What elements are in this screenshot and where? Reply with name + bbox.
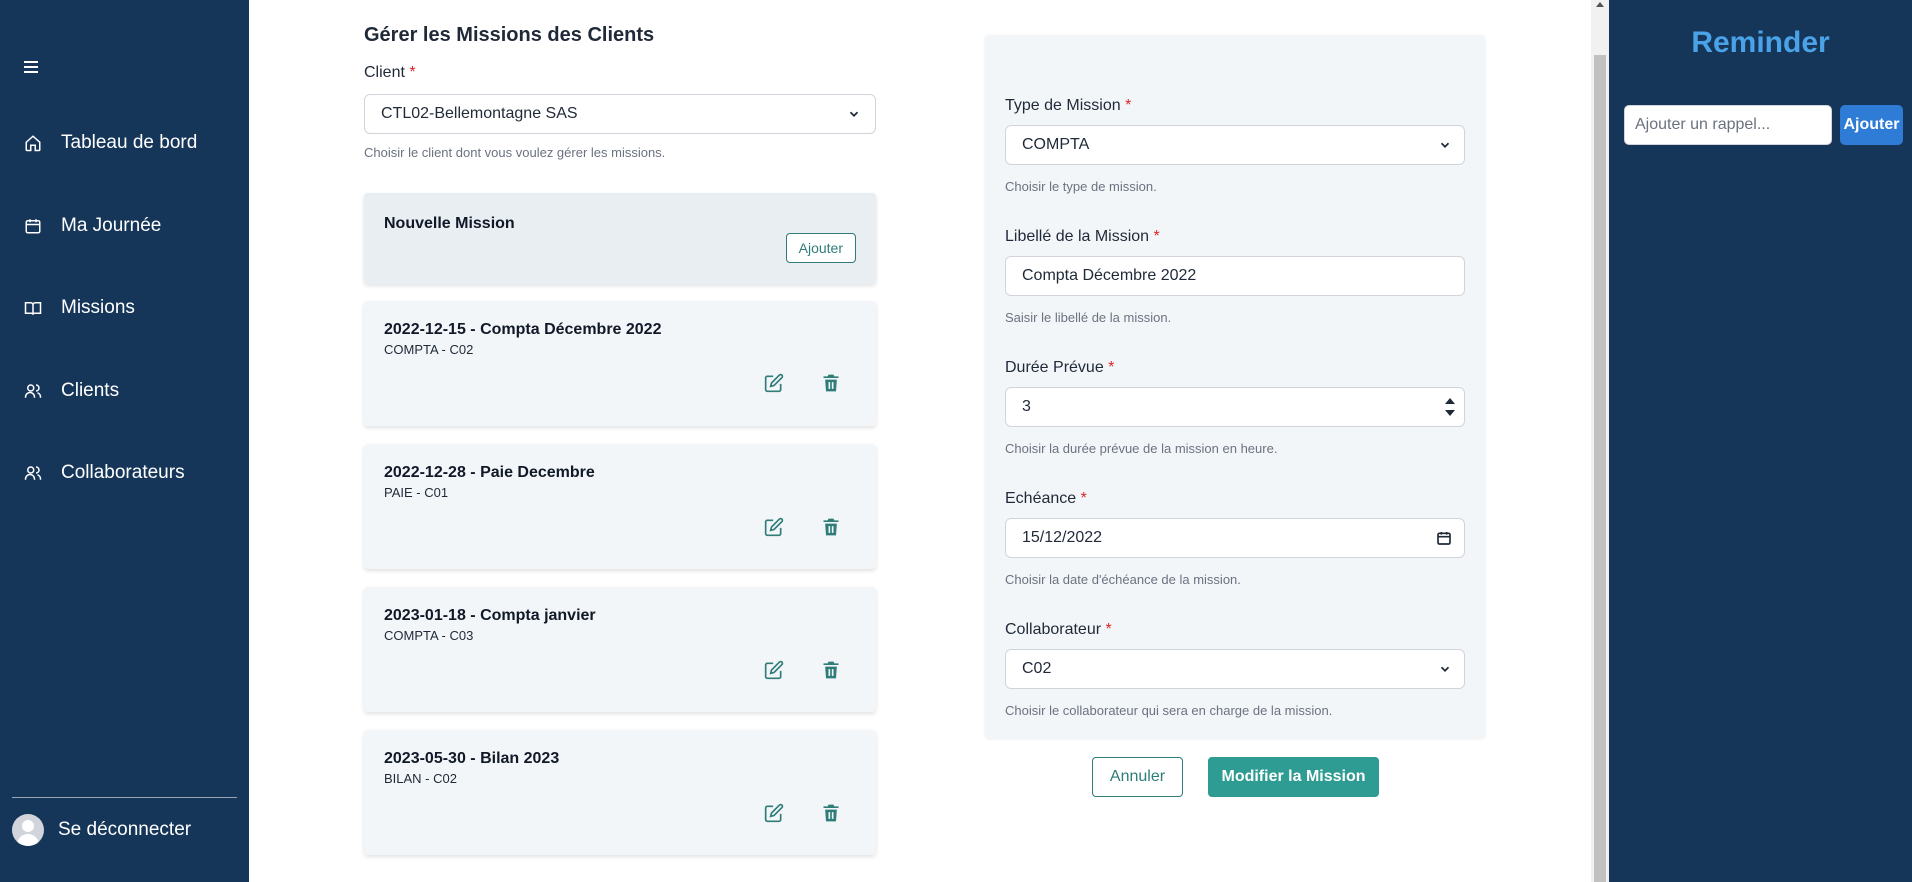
form-heading: Modification de la Mission bbox=[1154, 64, 1316, 79]
collaborateur-value: C02 bbox=[1022, 660, 1052, 677]
field-libelle: Libellé de la Mission * Compta Décembre … bbox=[1005, 228, 1465, 325]
home-icon bbox=[25, 135, 41, 152]
client-label: Client * bbox=[364, 64, 416, 81]
avatar bbox=[12, 814, 44, 846]
mission-title: 2022-12-15 - Compta Décembre 2022 bbox=[384, 321, 662, 338]
sidebar-item-collaborateurs[interactable]: Collaborateurs bbox=[24, 462, 185, 484]
chevron-down-icon bbox=[1440, 666, 1450, 672]
mission-title: 2023-01-18 - Compta janvier bbox=[384, 607, 596, 624]
arrow-down-icon[interactable] bbox=[1444, 409, 1456, 417]
sidebar-item-label: Missions bbox=[61, 297, 135, 318]
trash-icon[interactable] bbox=[821, 803, 841, 823]
edit-icon[interactable] bbox=[764, 373, 784, 393]
calendar-icon[interactable] bbox=[1436, 530, 1452, 546]
trash-icon[interactable] bbox=[821, 373, 841, 393]
libelle-input[interactable]: Compta Décembre 2022 bbox=[1005, 256, 1465, 296]
trash-icon[interactable] bbox=[821, 660, 841, 680]
number-stepper[interactable] bbox=[1444, 397, 1456, 417]
chevron-down-icon bbox=[1440, 142, 1450, 148]
field-collaborateur: Collaborateur * C02 Choisir le collabora… bbox=[1005, 621, 1465, 718]
mission-card[interactable]: 2022-12-28 - Paie Decembre PAIE - C01 bbox=[364, 444, 876, 569]
add-reminder-button[interactable]: Ajouter bbox=[1840, 105, 1903, 145]
mission-title: 2023-05-30 - Bilan 2023 bbox=[384, 750, 560, 767]
client-help: Choisir le client dont vous voulez gérer… bbox=[364, 145, 666, 160]
hamburger-menu-icon[interactable] bbox=[24, 58, 42, 74]
type-mission-select[interactable]: COMPTA bbox=[1005, 125, 1465, 165]
reminder-input[interactable]: Ajouter un rappel... bbox=[1624, 105, 1832, 145]
scrollbar-thumb[interactable] bbox=[1594, 55, 1606, 882]
field-duree: Durée Prévue * 3 Choisir la durée prévue… bbox=[1005, 359, 1465, 456]
required-mark: * bbox=[1125, 97, 1132, 114]
trash-icon[interactable] bbox=[821, 517, 841, 537]
reminder-panel: Reminder Ajouter un rappel... Ajouter bbox=[1609, 0, 1912, 882]
scroll-up-icon[interactable] bbox=[1596, 2, 1604, 7]
sidebar-item-label: Tableau de bord bbox=[61, 132, 198, 153]
mission-form-panel: Modification de la Mission Type de Missi… bbox=[985, 35, 1485, 738]
echeance-value: 15/12/2022 bbox=[1022, 529, 1103, 546]
required-mark: * bbox=[409, 64, 416, 81]
mission-subtitle: PAIE - C01 bbox=[384, 485, 449, 500]
field-help: Choisir la durée prévue de la mission en… bbox=[1005, 441, 1278, 456]
book-open-icon bbox=[24, 302, 42, 315]
arrow-up-icon[interactable] bbox=[1444, 397, 1456, 405]
required-mark: * bbox=[1080, 490, 1087, 507]
sidebar-item-tableau-de-bord[interactable]: Tableau de bord bbox=[24, 132, 197, 154]
scrollbar[interactable] bbox=[1591, 0, 1609, 882]
field-label: Libellé de la Mission bbox=[1005, 228, 1150, 245]
mission-card[interactable]: 2022-12-15 - Compta Décembre 2022 COMPTA… bbox=[364, 301, 876, 426]
sidebar-item-clients[interactable]: Clients bbox=[24, 380, 119, 402]
field-label: Collaborateur bbox=[1005, 621, 1102, 638]
cancel-button[interactable]: Annuler bbox=[1092, 757, 1183, 797]
new-mission-card: Nouvelle Mission Ajouter bbox=[364, 193, 876, 284]
sidebar-item-missions[interactable]: Missions bbox=[24, 297, 135, 319]
edit-icon[interactable] bbox=[764, 660, 784, 680]
field-help: Choisir le type de mission. bbox=[1005, 179, 1157, 194]
libelle-value: Compta Décembre 2022 bbox=[1022, 267, 1197, 284]
sidebar-item-label: Ma Journée bbox=[61, 215, 162, 236]
logout-button[interactable]: Se déconnecter bbox=[12, 814, 191, 846]
duree-number-input[interactable]: 3 bbox=[1005, 387, 1465, 427]
sidebar-item-label: Collaborateurs bbox=[61, 462, 185, 483]
mission-card[interactable]: 2023-05-30 - Bilan 2023 BILAN - C02 bbox=[364, 730, 876, 855]
required-mark: * bbox=[1108, 359, 1115, 376]
collaborateur-select[interactable]: C02 bbox=[1005, 649, 1465, 689]
mission-title: 2022-12-28 - Paie Decembre bbox=[384, 464, 595, 481]
field-label: Type de Mission bbox=[1005, 97, 1121, 114]
field-label: Durée Prévue bbox=[1005, 359, 1104, 376]
type-mission-value: COMPTA bbox=[1022, 136, 1090, 153]
sidebar-item-ma-journee[interactable]: Ma Journée bbox=[24, 215, 161, 237]
edit-icon[interactable] bbox=[764, 803, 784, 823]
logout-label: Se déconnecter bbox=[58, 819, 192, 840]
main-content: Gérer les Missions des Clients Client * … bbox=[249, 0, 1591, 882]
mission-subtitle: BILAN - C02 bbox=[384, 771, 457, 786]
duree-value: 3 bbox=[1022, 398, 1031, 415]
submit-mission-button[interactable]: Modifier la Mission bbox=[1208, 757, 1379, 797]
sidebar-divider bbox=[12, 797, 237, 798]
sidebar: Tableau de bord Ma Journée Missions Clie… bbox=[0, 0, 249, 882]
page-title: Gérer les Missions des Clients bbox=[364, 24, 655, 46]
mission-card[interactable]: 2023-01-18 - Compta janvier COMPTA - C03 bbox=[364, 587, 876, 712]
field-label: Echéance bbox=[1005, 490, 1077, 507]
field-type-mission: Type de Mission * COMPTA Choisir le type… bbox=[1005, 97, 1465, 194]
mission-subtitle: COMPTA - C02 bbox=[384, 342, 474, 357]
field-help: Choisir le collaborateur qui sera en cha… bbox=[1005, 703, 1333, 718]
add-mission-button[interactable]: Ajouter bbox=[785, 233, 856, 263]
calendar-icon bbox=[25, 219, 41, 234]
field-echeance: Echéance * 15/12/2022 Choisir la date d'… bbox=[1005, 490, 1465, 587]
mission-subtitle: COMPTA - C03 bbox=[384, 628, 474, 643]
field-help: Saisir le libellé de la mission. bbox=[1005, 310, 1172, 325]
required-mark: * bbox=[1153, 228, 1160, 245]
field-help: Choisir la date d'échéance de la mission… bbox=[1005, 572, 1241, 587]
client-select-value: CTL02-Bellemontagne SAS bbox=[381, 105, 578, 122]
users-icon bbox=[24, 384, 42, 398]
sidebar-item-label: Clients bbox=[61, 380, 120, 401]
reminder-title: Reminder bbox=[1691, 26, 1830, 59]
client-select[interactable]: CTL02-Bellemontagne SAS bbox=[364, 94, 876, 134]
chevron-down-icon bbox=[849, 111, 859, 117]
users-icon bbox=[24, 466, 42, 480]
new-mission-title: Nouvelle Mission bbox=[384, 215, 515, 232]
edit-icon[interactable] bbox=[764, 517, 784, 537]
echeance-date-input[interactable]: 15/12/2022 bbox=[1005, 518, 1465, 558]
required-mark: * bbox=[1105, 621, 1112, 638]
